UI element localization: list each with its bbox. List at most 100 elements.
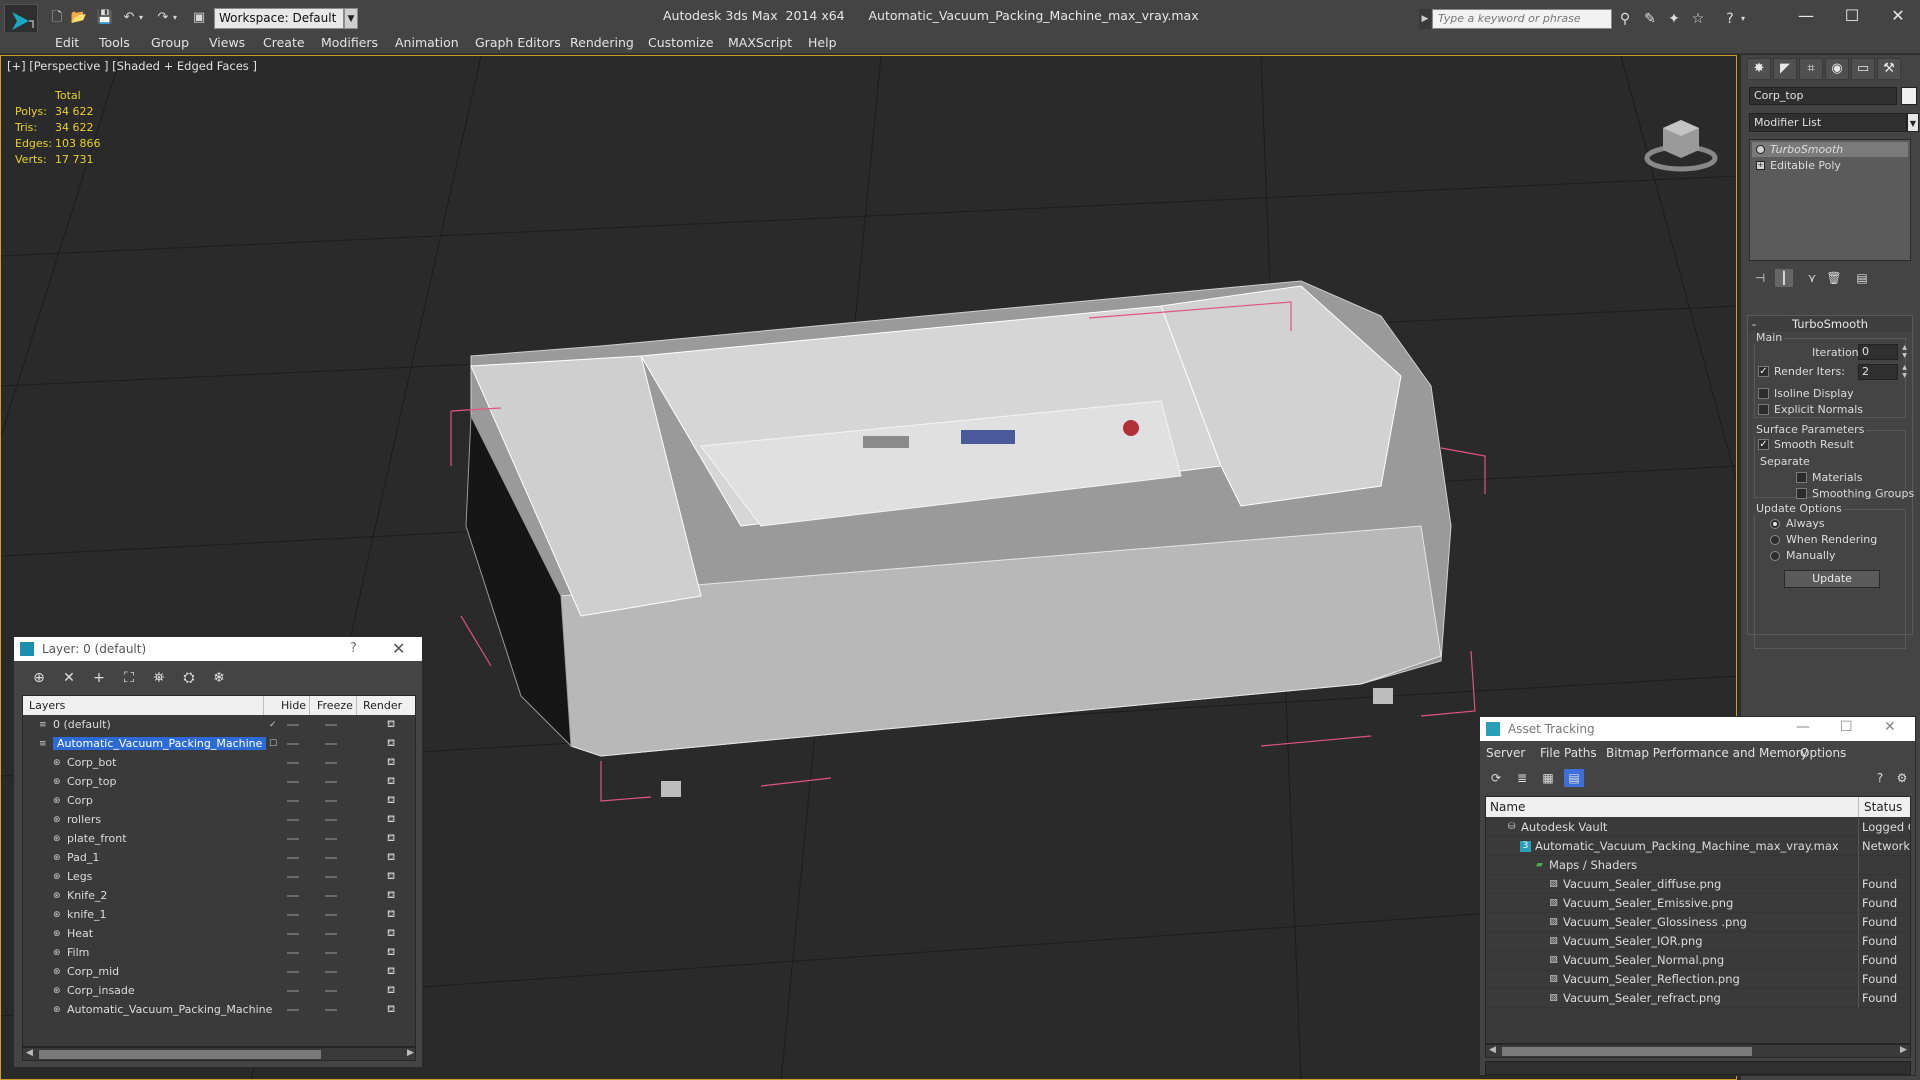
layer-name[interactable]: plate_front — [67, 832, 127, 845]
spinner-arrows-icon[interactable]: ▲ ▼ — [1900, 364, 1909, 380]
freeze-toggle[interactable] — [325, 933, 337, 935]
layer-name[interactable]: 0 (default) — [53, 718, 111, 731]
render-teapot-icon[interactable]: ⛾ — [387, 909, 399, 921]
layer-name[interactable]: Knife_2 — [67, 889, 107, 902]
render-iters-input[interactable]: 2 — [1858, 364, 1898, 380]
layer-name[interactable]: Legs — [67, 870, 92, 883]
project-folder-icon[interactable]: ▣ — [190, 10, 208, 26]
freeze-toggle[interactable] — [325, 857, 337, 859]
hide-toggle[interactable] — [287, 800, 299, 802]
stack-item-turbosmooth[interactable]: TurboSmooth — [1752, 142, 1908, 157]
menu-graph-editors[interactable]: Graph Editors — [475, 35, 561, 50]
render-teapot-icon[interactable]: ⛾ — [387, 757, 399, 769]
close-icon[interactable]: ✕ — [1884, 719, 1896, 735]
make-unique-icon[interactable]: ⋎ — [1803, 269, 1821, 287]
render-teapot-icon[interactable]: ⛾ — [387, 776, 399, 788]
layer-row[interactable]: ⊛ Automatic_Vacuum_Packing_Machine ⛾ — [23, 1001, 415, 1020]
machine-model[interactable] — [465, 280, 1452, 797]
materials-checkbox[interactable] — [1796, 472, 1807, 483]
close-icon[interactable]: ✕ — [1878, 3, 1918, 29]
menu-edit[interactable]: Edit — [55, 35, 79, 50]
favorites-icon[interactable]: ☆ — [1688, 10, 1708, 28]
layer-name[interactable]: Corp_insade — [67, 984, 135, 997]
column-status[interactable]: Status — [1864, 800, 1902, 814]
render-teapot-icon[interactable]: ⛾ — [387, 890, 399, 902]
show-end-result-icon[interactable]: ┃ — [1775, 269, 1793, 287]
layer-name[interactable]: rollers — [67, 813, 101, 826]
layer-name[interactable]: Automatic_Vacuum_Packing_Machine — [67, 1003, 272, 1016]
maximize-icon[interactable]: ☐ — [1832, 3, 1872, 29]
hide-toggle[interactable] — [287, 781, 299, 783]
make-active-box-icon[interactable]: ☐ — [269, 739, 279, 749]
manually-radio[interactable] — [1770, 551, 1780, 561]
hide-toggle[interactable] — [287, 971, 299, 973]
help-dropdown-icon[interactable]: ▾ — [1738, 10, 1748, 28]
asset-path-field[interactable] — [1485, 1061, 1911, 1075]
layer-dialog-titlebar[interactable]: Layer: 0 (default) ? ✕ — [14, 637, 422, 661]
scroll-right-icon[interactable]: ▶ — [1900, 1045, 1907, 1055]
help-icon[interactable]: ? — [1870, 769, 1890, 787]
help-icon[interactable]: ? — [350, 641, 357, 656]
layer-horizontal-scrollbar[interactable]: ◀ ▶ — [22, 1047, 416, 1061]
freeze-toggle[interactable] — [325, 952, 337, 954]
layer-name[interactable]: Corp_bot — [67, 756, 116, 769]
modifier-list-dropdown[interactable]: Modifier List — [1749, 113, 1907, 132]
column-freeze[interactable]: Freeze — [317, 699, 353, 712]
hide-toggle[interactable] — [287, 857, 299, 859]
select-objects-icon[interactable]: ⛶ — [118, 668, 140, 688]
render-teapot-icon[interactable]: ⛾ — [387, 928, 399, 940]
asset-horizontal-scrollbar[interactable]: ◀ ▶ — [1485, 1044, 1911, 1058]
search-input[interactable]: Type a keyword or phrase — [1432, 9, 1612, 29]
remove-modifier-icon[interactable]: 🗑 — [1825, 269, 1843, 287]
hide-toggle[interactable] — [287, 990, 299, 992]
layer-name[interactable]: Corp — [67, 794, 93, 807]
highlight-layer-icon[interactable]: ⛯ — [148, 668, 170, 688]
layer-name[interactable]: knife_1 — [67, 908, 107, 921]
render-teapot-icon[interactable]: ⛾ — [387, 738, 399, 750]
subscription-icon[interactable]: ✎ — [1640, 10, 1660, 28]
layer-row[interactable]: ⊛ Corp_bot ⛾ — [23, 754, 415, 773]
menu-group[interactable]: Group — [151, 35, 189, 50]
layer-name[interactable]: Corp_mid — [67, 965, 119, 978]
layer-name[interactable]: Pad_1 — [67, 851, 99, 864]
render-teapot-icon[interactable]: ⛾ — [387, 852, 399, 864]
hide-toggle[interactable] — [287, 914, 299, 916]
layer-row[interactable]: ⊛ Heat ⛾ — [23, 925, 415, 944]
layer-row[interactable]: ≡ Automatic_Vacuum_Packing_Machine ☐ ⛾ — [23, 735, 415, 754]
freeze-all-icon[interactable]: ❄ — [208, 668, 230, 688]
layer-row[interactable]: ⊛ Corp_mid ⛾ — [23, 963, 415, 982]
menu-help[interactable]: Help — [808, 35, 837, 50]
layer-row[interactable]: ⊛ Legs ⛾ — [23, 868, 415, 887]
freeze-toggle[interactable] — [325, 819, 337, 821]
spinner-arrows-icon[interactable]: ▲ ▼ — [1900, 344, 1909, 360]
column-name[interactable]: Name — [1490, 800, 1525, 814]
turbosmooth-rollout-header[interactable]: - TurboSmooth — [1748, 316, 1912, 332]
render-teapot-icon[interactable]: ⛾ — [387, 966, 399, 978]
thumbnail-view-icon[interactable]: ▦ — [1538, 769, 1558, 787]
layer-name[interactable]: Corp_top — [67, 775, 116, 788]
viewcube-icon[interactable] — [1641, 88, 1721, 178]
menu-maxscript[interactable]: MAXScript — [728, 35, 792, 50]
new-file-icon[interactable]: 🗋 — [48, 10, 66, 26]
create-layer-icon[interactable]: ⊕ — [28, 668, 50, 688]
asset-row[interactable]: ▧ Vacuum_Sealer_Reflection.png Found — [1486, 970, 1910, 989]
configure-sets-icon[interactable]: ▤ — [1853, 269, 1871, 287]
open-file-icon[interactable]: 📂 — [70, 10, 88, 26]
freeze-toggle[interactable] — [325, 762, 337, 764]
communication-icon[interactable]: ✦ — [1664, 10, 1684, 28]
hide-toggle[interactable] — [287, 933, 299, 935]
close-icon[interactable]: ✕ — [392, 639, 405, 658]
layer-row[interactable]: ⊛ Corp_top ⛾ — [23, 773, 415, 792]
asset-menu-paths[interactable]: Paths — [1564, 746, 1597, 760]
asset-row[interactable]: 3 Automatic_Vacuum_Packing_Machine_max_vr… — [1486, 837, 1910, 856]
expand-plus-icon[interactable]: + — [1756, 161, 1765, 170]
freeze-toggle[interactable] — [325, 876, 337, 878]
save-file-icon[interactable]: 💾 — [96, 10, 114, 26]
asset-row[interactable]: ▧ Vacuum_Sealer_Normal.png Found — [1486, 951, 1910, 970]
freeze-toggle[interactable] — [325, 800, 337, 802]
hide-toggle[interactable] — [287, 838, 299, 840]
layer-row[interactable]: ⊛ Knife_2 ⛾ — [23, 887, 415, 906]
column-render[interactable]: Render — [363, 699, 402, 712]
layer-row[interactable]: ⊛ Film ⛾ — [23, 944, 415, 963]
modify-tab-icon[interactable]: ◤ — [1773, 58, 1797, 80]
